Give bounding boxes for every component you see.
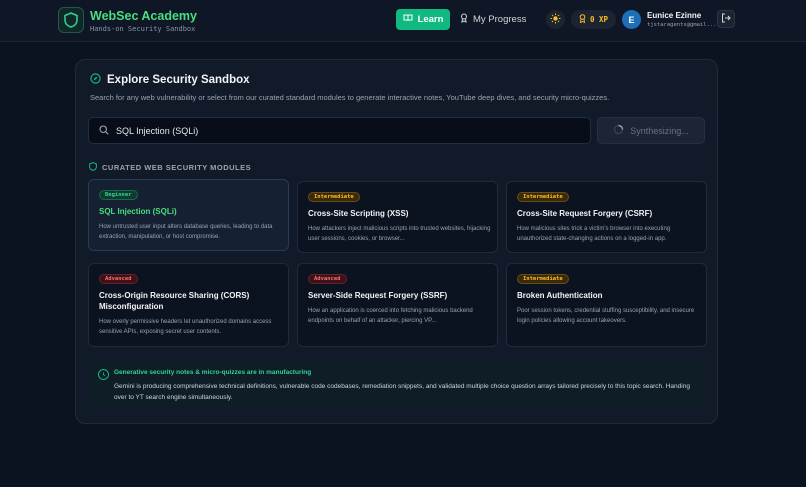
module-title: Cross-Origin Resource Sharing (CORS) Mis… [99,291,250,311]
module-description: How attackers inject malicious scripts i… [308,226,491,242]
clock-icon [98,369,109,380]
generation-status-box: Generative security notes & micro-quizze… [88,359,705,411]
nav-progress-label: My Progress [473,14,527,25]
user-name: Eunice Ezinne [647,11,702,20]
sandbox-panel: Explore Security Sandbox Search for any … [75,59,718,424]
level-badge: Advanced [308,274,347,284]
status-title: Generative security notes & micro-quizze… [114,369,312,376]
module-card-cors[interactable]: Advanced Cross-Origin Resource Sharing (… [88,263,289,347]
module-title: Server-Side Request Forgery (SSRF) [308,291,448,300]
logout-icon [721,10,731,28]
book-icon [403,14,413,25]
module-title: SQL Injection (SQLi) [99,207,177,216]
synthesize-button[interactable]: Synthesizing... [597,117,705,144]
module-title: Broken Authentication [517,291,603,300]
level-badge: Beginner [99,190,138,200]
spinner-icon [613,124,624,137]
module-description: How an application is coerced into fetch… [308,308,473,324]
brand-title: WebSec Academy [90,9,197,23]
logout-button[interactable] [717,10,735,28]
panel-description: Search for any web vulnerability or sele… [90,93,610,102]
level-badge: Intermediate [517,274,569,284]
user-email: tjstaragents@gmail... [647,22,717,28]
level-badge: Intermediate [517,192,569,202]
module-card-csrf[interactable]: Intermediate Cross-Site Request Forgery … [506,181,707,253]
module-card-sqli[interactable]: Beginner SQL Injection (SQLi) How untrus… [88,179,289,251]
panel-title-row: Explore Security Sandbox [90,73,250,87]
nav-learn-button[interactable]: Learn [396,9,450,30]
module-description: Poor session tokens, credential stuffing… [517,308,695,324]
level-badge: Intermediate [308,192,360,202]
module-card-xss[interactable]: Intermediate Cross-Site Scripting (XSS) … [297,181,498,253]
xp-badge: 0 XP [571,10,616,29]
shield-icon [89,162,97,173]
module-title: Cross-Site Scripting (XSS) [308,209,409,218]
status-body: Gemini is producing comprehensive techni… [114,383,690,401]
search-input[interactable]: SQL Injection (SQLi) [88,117,591,144]
avatar[interactable]: E [622,10,641,29]
trophy-icon [460,13,468,26]
theme-toggle-button[interactable] [546,10,565,29]
module-title: Cross-Site Request Forgery (CSRF) [517,209,653,218]
panel-title: Explore Security Sandbox [107,74,250,86]
section-label-text: CURATED WEB SECURITY MODULES [102,163,252,172]
search-icon [99,122,109,140]
synthesize-label: Synthesizing... [630,125,689,136]
sun-icon [550,11,561,29]
search-value: SQL Injection (SQLi) [116,125,199,136]
level-badge: Advanced [99,274,138,284]
nav-learn-label: Learn [417,14,444,25]
module-card-broken-auth[interactable]: Intermediate Broken Authentication Poor … [506,263,707,347]
compass-icon [90,73,101,87]
medal-icon [579,14,586,25]
nav-progress-button[interactable]: My Progress [460,9,530,30]
top-navbar: WebSec Academy Hands-on Security Sandbox… [0,0,806,42]
module-description: How untrusted user input alters database… [99,224,273,240]
xp-value: 0 XP [589,15,609,24]
modules-section-label: CURATED WEB SECURITY MODULES [89,162,251,173]
module-description: How overly permissive headers let unauth… [99,319,272,335]
module-description: How malicious sites trick a victim's bro… [517,226,671,242]
shield-logo-icon [58,7,84,33]
brand-subtitle: Hands-on Security Sandbox [90,25,196,33]
module-card-ssrf[interactable]: Advanced Server-Side Request Forgery (SS… [297,263,498,347]
